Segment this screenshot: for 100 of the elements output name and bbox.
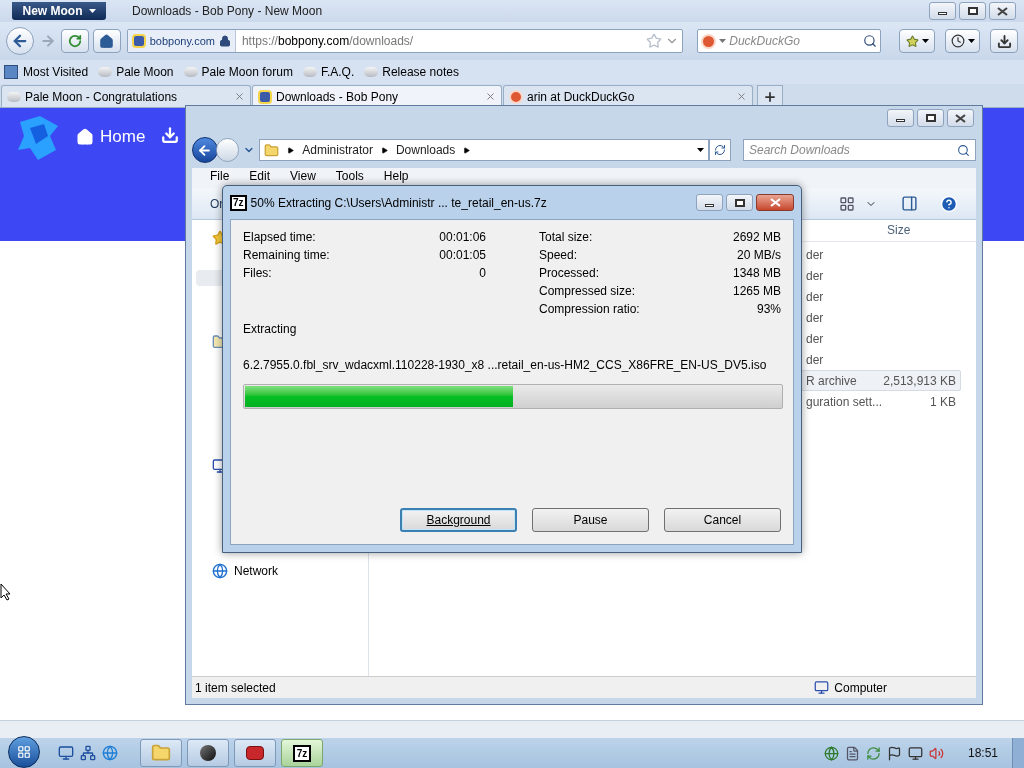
dialog-button[interactable]: Background	[400, 508, 517, 532]
breadcrumb[interactable]: Downloads	[395, 141, 456, 159]
file-row[interactable]: der	[801, 349, 961, 370]
network-icon[interactable]	[823, 745, 839, 761]
help-icon[interactable]	[940, 194, 958, 213]
minimize-button[interactable]	[887, 109, 914, 127]
forward-button[interactable]	[215, 138, 240, 162]
network-icon	[212, 563, 228, 579]
menu-item[interactable]: Edit	[249, 169, 271, 183]
bookmark-item[interactable]: Release notes	[364, 63, 459, 81]
file-row[interactable]: der	[801, 307, 961, 328]
caret-icon[interactable]	[697, 148, 705, 152]
search-field[interactable]: DuckDuckGo	[697, 29, 882, 53]
minimize-button[interactable]	[696, 194, 723, 211]
search-icon[interactable]	[957, 143, 970, 157]
menu-item[interactable]: Help	[383, 169, 409, 183]
new-tab-button[interactable]	[757, 85, 783, 107]
site-identity[interactable]: bobpony.com	[127, 30, 236, 52]
caret-icon[interactable]	[921, 39, 929, 43]
home-button[interactable]	[93, 29, 121, 53]
stat-value: 0	[479, 265, 486, 282]
bookmark-item[interactable]: Pale Moon	[98, 63, 174, 81]
browser-tab[interactable]: Pale Moon - Congratulations	[1, 85, 251, 107]
update-icon[interactable]	[865, 745, 881, 761]
close-button[interactable]	[947, 109, 974, 127]
column-header[interactable]: Size	[887, 221, 911, 239]
globe-icon	[7, 91, 21, 102]
taskbar-button[interactable]: 7z	[281, 739, 323, 767]
file-row[interactable]: guration sett... 1 KB	[801, 391, 961, 412]
taskbar-button[interactable]	[187, 739, 229, 767]
bookmark-item[interactable]: Pale Moon forum	[183, 63, 293, 81]
clock[interactable]: 18:51	[967, 744, 998, 762]
view-options-icon[interactable]	[839, 195, 855, 212]
menu-item[interactable]: View	[290, 169, 316, 183]
file-type: der	[806, 330, 824, 348]
close-tab-icon[interactable]	[736, 91, 747, 102]
file-row[interactable]: der	[801, 265, 961, 286]
close-tab-icon[interactable]	[234, 91, 245, 102]
app-menu-button[interactable]: New Moon	[12, 2, 106, 20]
close-button[interactable]	[756, 194, 794, 211]
close-button[interactable]	[989, 2, 1016, 20]
duck-icon[interactable]	[701, 33, 717, 49]
file-size: 2,513,913 KB	[883, 372, 956, 390]
maximize-button[interactable]	[959, 2, 986, 20]
search-input[interactable]: Search Downloads	[749, 141, 957, 159]
address-field[interactable]: Administrator Downloads	[259, 139, 710, 161]
chevron-icon[interactable]	[380, 146, 388, 154]
minimize-button[interactable]	[929, 2, 956, 20]
search-icon[interactable]	[863, 34, 878, 48]
address-field[interactable]: bobpony.com https://bobpony.com/downloads/	[126, 29, 684, 53]
maximize-icon	[734, 198, 745, 207]
browser-icon[interactable]	[102, 745, 118, 761]
maximize-button[interactable]	[726, 194, 753, 211]
computer-icon	[814, 680, 830, 695]
file-type: R archive	[806, 372, 857, 390]
app-icon: 7z	[230, 194, 247, 211]
reload-button[interactable]	[61, 29, 90, 53]
file-type: der	[806, 267, 824, 285]
menu-item[interactable]: File	[210, 169, 230, 183]
file-row[interactable]: R archive 2,513,913 KB	[801, 370, 961, 391]
home-link[interactable]: Home	[76, 124, 146, 150]
close-tab-icon[interactable]	[485, 91, 496, 102]
bookmark-item[interactable]: F.A.Q.	[302, 63, 355, 81]
nav-item[interactable]: Network	[212, 562, 368, 580]
search-input[interactable]: DuckDuckGo	[729, 32, 861, 50]
flag-icon[interactable]	[886, 745, 902, 761]
toolbar-button[interactable]: Or	[210, 194, 224, 213]
maximize-button[interactable]	[917, 109, 944, 127]
file-row[interactable]: der	[801, 328, 961, 349]
dialog-button[interactable]: Pause	[532, 508, 649, 532]
dialog-button[interactable]: Cancel	[664, 508, 781, 532]
connection-icon[interactable]	[907, 745, 923, 761]
caret-icon[interactable]	[967, 39, 975, 43]
refresh-button[interactable]	[709, 139, 731, 161]
bookmark-star-icon[interactable]	[646, 33, 663, 49]
breadcrumb[interactable]: Administrator	[302, 141, 373, 159]
taskbar-button[interactable]	[234, 739, 276, 767]
location-text: Computer	[834, 679, 887, 697]
back-button[interactable]	[192, 137, 218, 163]
chevron-icon[interactable]	[287, 146, 295, 154]
bookmarks-button[interactable]	[899, 29, 935, 53]
downloads-button[interactable]	[990, 29, 1018, 53]
globe-icon	[98, 67, 113, 77]
file-row[interactable]: der	[801, 286, 961, 307]
document-icon[interactable]	[844, 745, 860, 761]
file-row[interactable]: der	[801, 244, 961, 265]
start-button[interactable]	[8, 736, 40, 768]
history-button[interactable]	[944, 29, 981, 53]
bookmark-item[interactable]: Most Visited	[4, 63, 89, 81]
desktop-icon[interactable]	[58, 745, 74, 761]
browser-tab[interactable]: Downloads - Bob Pony	[252, 85, 502, 107]
caret-icon[interactable]	[88, 9, 96, 13]
back-button[interactable]	[6, 27, 34, 55]
stat-value: 20 MB/s	[737, 247, 781, 264]
preview-pane-icon[interactable]	[901, 195, 918, 212]
menu-item[interactable]: Tools	[335, 169, 364, 183]
chevron-icon[interactable]	[463, 146, 471, 154]
search-field[interactable]: Search Downloads	[743, 139, 976, 161]
bookmark-folder-icon	[4, 65, 18, 79]
browser-tab[interactable]: arin at DuckDuckGo	[503, 85, 753, 107]
